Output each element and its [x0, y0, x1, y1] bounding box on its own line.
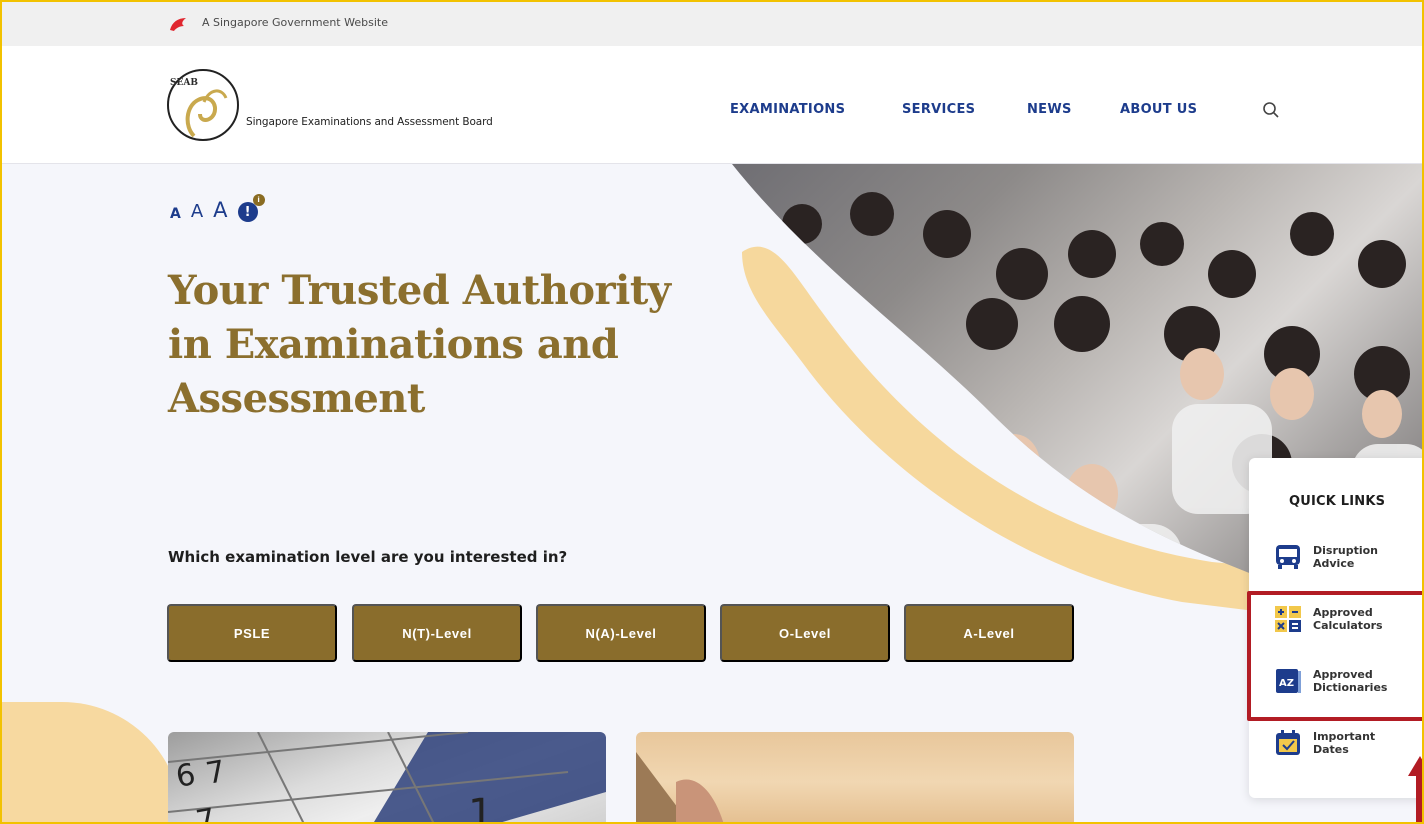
hero-title-line: Your Trusted Authority: [168, 267, 671, 314]
gov-banner: A Singapore Government Website: [2, 2, 1422, 46]
quick-link-label: Disruption: [1313, 544, 1378, 557]
font-size-controls: A A A ! i: [170, 194, 265, 222]
level-button-a-level[interactable]: A-Level: [904, 604, 1074, 662]
level-button-nt-level[interactable]: N(T)-Level: [352, 604, 522, 662]
info-icon[interactable]: ! i: [237, 194, 265, 222]
decorative-gold-shape: [2, 702, 182, 822]
calendar-image: 6 7 7 1: [168, 732, 606, 824]
hero-title-line: in Examinations and: [168, 321, 619, 368]
svg-text:1: 1: [468, 791, 493, 824]
level-button-na-level[interactable]: N(A)-Level: [536, 604, 706, 662]
logo-abbreviation: SEAB: [170, 78, 198, 88]
bus-icon: [1276, 545, 1300, 569]
exam-level-question: Which examination level are you interest…: [168, 548, 568, 566]
svg-text:7: 7: [203, 754, 228, 792]
annotation-highlight-box: [1247, 591, 1422, 721]
level-button-o-level[interactable]: O-Level: [720, 604, 890, 662]
logo-text: Singapore Examinations and Assessment Bo…: [246, 116, 493, 128]
font-size-large-button[interactable]: A: [213, 198, 227, 222]
gov-banner-text: A Singapore Government Website: [202, 16, 388, 29]
hero-title: Your Trusted Authority in Examinations a…: [168, 264, 728, 426]
svg-text:6: 6: [173, 757, 198, 795]
info-icon-glyph: !: [244, 204, 251, 220]
site-header: SEAB Singapore Examinations and Assessme…: [2, 46, 1422, 164]
quick-link-important-dates[interactable]: Important Dates: [1273, 728, 1375, 758]
quick-link-disruption-advice[interactable]: Disruption Advice: [1273, 542, 1378, 572]
font-size-medium-button[interactable]: A: [191, 201, 203, 222]
quick-link-label: Dates: [1313, 743, 1349, 756]
nav-services[interactable]: SERVICES: [902, 102, 975, 117]
writing-hand-image: [636, 752, 724, 822]
hero-title-line: Assessment: [168, 375, 425, 422]
search-icon[interactable]: [1262, 101, 1280, 119]
level-button-psle[interactable]: PSLE: [167, 604, 337, 662]
font-size-small-button[interactable]: A: [170, 206, 181, 222]
svg-text:7: 7: [193, 802, 218, 824]
feature-card-calendar[interactable]: 6 7 7 1: [168, 732, 606, 824]
calendar-icon: [1276, 730, 1300, 755]
nav-news[interactable]: NEWS: [1027, 102, 1072, 117]
nav-about-us[interactable]: ABOUT US: [1120, 102, 1197, 117]
quick-link-label: Advice: [1313, 557, 1355, 570]
quick-links-title: QUICK LINKS: [1289, 494, 1386, 509]
annotation-arrow-icon: [1408, 756, 1422, 822]
info-badge: i: [252, 194, 265, 206]
feature-card-writing[interactable]: [636, 732, 1074, 822]
quick-link-label: Important: [1313, 730, 1376, 743]
singapore-lion-icon: [170, 18, 186, 31]
browser-frame: A Singapore Government Website SEAB Sing…: [0, 0, 1424, 824]
nav-examinations[interactable]: EXAMINATIONS: [730, 102, 845, 117]
